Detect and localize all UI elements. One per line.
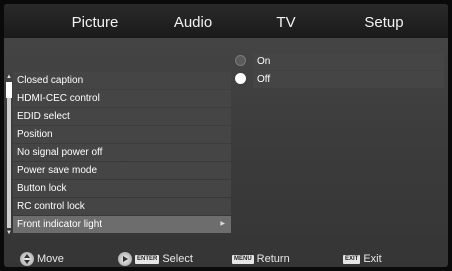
enter-key-icon: ENTER [135, 254, 160, 264]
hint-return-label: Return [256, 253, 290, 265]
menu-item-hdmi-cec-control[interactable]: HDMI-CEC control [13, 90, 231, 107]
menu-item-label: RC control lock [17, 201, 85, 212]
option-label: Off [253, 71, 444, 88]
tab-tv[interactable]: TV [241, 14, 331, 31]
arrow-right-icon: ▶ [220, 221, 225, 227]
tab-setup[interactable]: Setup [339, 14, 429, 31]
menu-tab-bar: Picture Audio TV Setup [4, 4, 448, 38]
option-label: On [253, 53, 444, 70]
tab-audio[interactable]: Audio [148, 14, 238, 31]
menu-item-front-indicator-light[interactable]: Front indicator light ▶ [13, 216, 231, 233]
scroll-track [7, 82, 11, 228]
menu-item-label: EDID select [17, 111, 70, 122]
hint-exit-label: Exit [363, 253, 382, 265]
hint-select-label: Select [162, 253, 193, 265]
dpad-up-down-icon [20, 252, 34, 267]
hint-exit: EXIT Exit [343, 251, 382, 267]
menu-item-edid-select[interactable]: EDID select [13, 108, 231, 125]
tv-menu-screen: Picture Audio TV Setup ▲ ▼ Closed captio… [4, 4, 448, 267]
menu-item-label: Front indicator light [17, 219, 103, 230]
menu-item-no-signal-power-off[interactable]: No signal power off [13, 144, 231, 161]
scroll-thumb[interactable] [6, 82, 12, 98]
play-circle-icon [118, 252, 132, 267]
menu-key-icon: MENU [232, 254, 254, 264]
hint-return: MENU Return [232, 251, 290, 267]
hint-move-label: Move [37, 253, 64, 265]
exit-key-icon: EXIT [343, 254, 361, 264]
radio-selected-icon[interactable] [235, 73, 246, 84]
menu-item-label: Button lock [17, 183, 67, 194]
menu-item-label: HDMI-CEC control [17, 93, 100, 104]
menu-item-button-lock[interactable]: Button lock [13, 180, 231, 197]
scroll-up-icon: ▲ [6, 74, 12, 80]
menu-item-closed-caption[interactable]: Closed caption [13, 72, 231, 89]
menu-scrollbar[interactable]: ▲ ▼ [6, 74, 12, 236]
radio-unselected-icon[interactable] [235, 55, 246, 66]
tab-picture[interactable]: Picture [50, 14, 140, 31]
menu-item-position[interactable]: Position [13, 126, 231, 143]
menu-item-label: Closed caption [17, 75, 84, 86]
hint-select: ENTER Select [118, 251, 193, 267]
hint-move: Move [20, 251, 64, 267]
scroll-down-icon: ▼ [6, 230, 12, 236]
key-hint-bar: Move ENTER Select MENU Return EXIT Exit [4, 251, 448, 267]
menu-item-power-save-mode[interactable]: Power save mode [13, 162, 231, 179]
menu-item-label: No signal power off [17, 147, 103, 158]
setup-menu-list: Closed caption HDMI-CEC control EDID sel… [13, 72, 231, 234]
menu-item-rc-control-lock[interactable]: RC control lock [13, 198, 231, 215]
menu-item-label: Position [17, 129, 53, 140]
menu-item-label: Power save mode [17, 165, 98, 176]
